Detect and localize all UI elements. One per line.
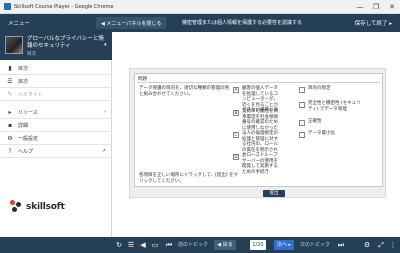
- transcript-icon[interactable]: ☰: [126, 240, 136, 250]
- back-button[interactable]: ◀ 戻る: [214, 240, 236, 250]
- sidebar-item-bookmarks[interactable]: ▮ 目次: [0, 62, 112, 75]
- question-text: データ保護の目的を、適切な種類の管理の例と組み合わせてください。: [139, 86, 229, 97]
- drop-zone[interactable]: [299, 87, 305, 93]
- drag-item-b[interactable]: B 契約の可能性を問う電話を社会保障番号の確認のために使用しなかった: [233, 109, 279, 131]
- captions-icon[interactable]: ▭: [150, 240, 160, 250]
- menu-panel: グローバルなプライバシーと情報のセキュリティ 目次 ▾ ▮ 目次 ☰ 目次 ✎ …: [0, 32, 112, 237]
- logo-mark-icon: [10, 200, 24, 214]
- drop-zone[interactable]: [299, 132, 305, 138]
- page-indicator: 1/20: [250, 240, 266, 250]
- folder-icon: ▸: [8, 108, 12, 116]
- previous-topic-button[interactable]: 前のトピック: [178, 241, 208, 248]
- minimize-icon[interactable]: —: [352, 0, 368, 14]
- drop-target-minimization[interactable]: データ最小化: [299, 131, 361, 138]
- pencil-icon: ✎: [7, 90, 13, 98]
- gear-icon: ⚙: [7, 134, 13, 142]
- browser-title-bar: Skillsoft Course Player - Google Chrome …: [0, 0, 400, 14]
- settings-icon[interactable]: ⚙: [362, 240, 372, 250]
- sidebar-item-label: リソース: [18, 109, 38, 116]
- course-header[interactable]: グローバルなプライバシーと情報のセキュリティ 目次 ▾: [0, 32, 112, 60]
- sidebar-item-help[interactable]: ? ヘルプ ↗: [0, 145, 112, 158]
- close-menu-panel-label: ◀ メニューパネルを閉じる: [101, 20, 162, 27]
- help-icon: ?: [8, 147, 12, 155]
- skip-back-icon[interactable]: ⏮: [164, 240, 174, 250]
- drop-target-accuracy[interactable]: 正確性: [299, 119, 361, 126]
- player-top-bar: メニュー ◀ メニューパネルを閉じる 機密管理または個人情報を保護する必要性を認…: [0, 14, 400, 32]
- choice-text: 契約の可能性を問う電話を社会保障番号の確認のために使用しなかった: [242, 109, 278, 131]
- choice-letter: D: [233, 154, 239, 160]
- restore-icon[interactable]: ❐: [368, 0, 384, 14]
- window-title: Skillsoft Course Player - Google Chrome: [14, 3, 114, 10]
- external-link-icon: ↗: [101, 148, 106, 154]
- choice-letter: B: [233, 110, 239, 116]
- bookmark-icon: ▮: [8, 64, 12, 72]
- sidebar-item-settings[interactable]: ⚙ 一般設定: [0, 132, 112, 145]
- target-label: 目的の限定: [308, 86, 331, 91]
- details-icon: ▪: [7, 121, 13, 129]
- content-area: 問題 データ保護の目的を、適切な種類の管理の例と組み合わせてください。 A 顧客…: [112, 32, 400, 237]
- course-title: グローバルなプライバシーと情報のセキュリティ: [27, 36, 104, 49]
- close-menu-panel-button[interactable]: ◀ メニューパネルを閉じる: [96, 17, 167, 29]
- sidebar-item-label: ハイライト: [18, 91, 43, 98]
- list-icon: ☰: [7, 77, 13, 85]
- course-thumbnail: [5, 36, 23, 54]
- sidebar-item-details[interactable]: ▪ 詳細: [0, 119, 112, 132]
- course-subtitle: 目次: [27, 52, 36, 57]
- skip-forward-icon[interactable]: ⏭: [336, 240, 346, 250]
- drop-target-integrity[interactable]: 完全性と機密性 (セキュリティ) でデータ管理: [299, 101, 361, 112]
- player-bottom-bar: ↻ ☰ ◀ ▭ ⏮ 前のトピック ◀ 戻る 1/20 次へ ▸ 次のトピック ⏭…: [0, 237, 400, 253]
- skillsoft-logo: skillsoft: [10, 200, 65, 214]
- sidebar-item-label: 詳細: [18, 122, 29, 129]
- volume-icon[interactable]: ◀: [138, 240, 148, 250]
- chevron-right-icon: ›: [104, 109, 106, 115]
- target-label: 正確性: [308, 119, 322, 124]
- target-label: 完全性と機密性 (セキュリティ) でデータ管理: [308, 101, 361, 112]
- window-controls: — ❐ ✕: [352, 0, 400, 14]
- instruction-text: 各項目を正しい場所にドラッグして、[提出] をクリックしてください。: [139, 173, 239, 184]
- menu-label: メニュー: [8, 21, 31, 27]
- choice-letter: A: [233, 87, 239, 93]
- logo-wordmark: skillsoft: [26, 202, 65, 212]
- sidebar-item-label: ヘルプ: [18, 148, 34, 155]
- sidebar-item-resources[interactable]: ▸ リソース ›: [0, 106, 112, 119]
- save-and-exit-button[interactable]: 保存して終了 ▸: [355, 19, 392, 27]
- sidebar-item-label: 一般設定: [18, 135, 39, 142]
- fullscreen-icon[interactable]: ⤢: [376, 240, 386, 250]
- sidebar-item-label: 目次: [18, 65, 29, 72]
- next-button[interactable]: 次へ ▸: [274, 240, 294, 250]
- sidebar-item-highlights[interactable]: ✎ ハイライト: [0, 88, 112, 101]
- more-icon[interactable]: ⋮: [388, 240, 398, 250]
- choice-letter: C: [233, 132, 239, 138]
- question-card: 問題 データ保護の目的を、適切な種類の管理の例と組み合わせてください。 A 顧客…: [134, 73, 383, 187]
- choice-text: クローズドループサーバーの使用を開発して実施するための手続き: [242, 153, 278, 175]
- submit-button[interactable]: 提出: [263, 190, 285, 197]
- sidebar-item-label: 目次: [18, 78, 29, 85]
- drop-zone[interactable]: [299, 120, 305, 126]
- chevron-down-icon[interactable]: ▾: [104, 42, 107, 48]
- divider: [137, 82, 380, 83]
- replay-icon[interactable]: ↻: [114, 240, 124, 250]
- drop-zone[interactable]: [299, 102, 305, 108]
- close-icon[interactable]: ✕: [384, 0, 400, 14]
- target-label: データ最小化: [308, 131, 335, 136]
- app-favicon-icon: [4, 3, 11, 10]
- question-panel: 問題 データ保護の目的を、適切な種類の管理の例と組み合わせてください。 A 顧客…: [129, 68, 386, 198]
- sidebar-item-contents[interactable]: ☰ 目次: [0, 75, 112, 88]
- next-topic-button[interactable]: 次のトピック: [300, 241, 330, 248]
- drop-target-purpose-limitation[interactable]: 目的の限定: [299, 86, 361, 93]
- drag-item-d[interactable]: D クローズドループサーバーの使用を開発して実施するための手続き: [233, 153, 279, 175]
- topic-title: 機密管理または個人情報を保護する必要性を認識する: [182, 20, 303, 26]
